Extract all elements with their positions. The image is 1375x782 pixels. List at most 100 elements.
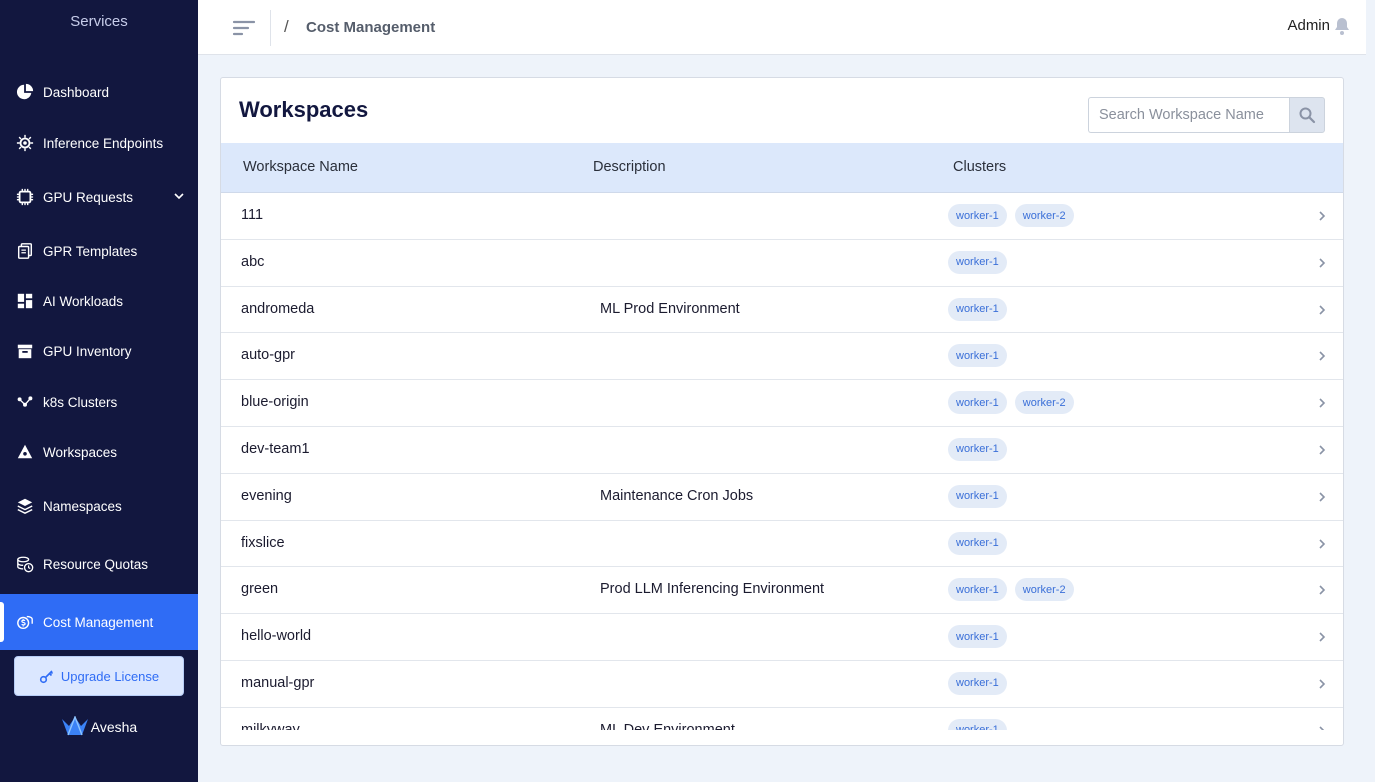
chevron-right-icon[interactable] (1315, 256, 1329, 270)
column-header-workspace-name[interactable]: Workspace Name (243, 159, 358, 175)
table-header: Workspace Name Description Clusters (221, 143, 1343, 193)
sidebar-item-label: k8s Clusters (43, 394, 118, 410)
sidebar-item-label: Inference Endpoints (43, 135, 164, 151)
column-header-description[interactable]: Description (593, 159, 666, 175)
chevron-right-icon[interactable] (1315, 303, 1329, 317)
cluster-chip: worker-1 (948, 578, 1007, 602)
chevron-right-icon[interactable] (1315, 490, 1329, 504)
sidebar-item-gpu-requests[interactable]: GPU Requests (0, 177, 198, 217)
chevron-right-icon[interactable] (1315, 677, 1329, 691)
workspace-name-cell: 111 (241, 207, 264, 223)
cluster-chip: worker-1 (948, 531, 1007, 555)
table-row[interactable]: andromeda ML Prod Environment worker-1 (221, 287, 1343, 334)
table-row[interactable]: green Prod LLM Inferencing Environment wor… (221, 567, 1343, 615)
sidebar-item-label: Namespaces (43, 498, 122, 514)
sidebar-item-label: GPR Templates (43, 243, 138, 259)
upgrade-license-button[interactable]: Upgrade License (14, 656, 184, 696)
chevron-right-icon[interactable] (1315, 443, 1329, 457)
table-row[interactable]: auto-gpr worker-1 (221, 333, 1343, 381)
sidebar-item-ai-workloads[interactable]: AI Workloads (0, 281, 198, 321)
topbar: / Cost Management Admin (198, 0, 1366, 55)
chevron-right-icon[interactable] (1315, 209, 1329, 223)
workspace-name-cell: evening (241, 487, 292, 504)
sidebar-title: Services (70, 13, 128, 30)
table-row[interactable]: evening Maintenance Cron Jobs worker-1 (221, 474, 1343, 521)
user-name[interactable]: Admin (1287, 17, 1330, 34)
divider (270, 10, 271, 46)
cluster-chip: worker-2 (1014, 578, 1074, 602)
sidebar-item-workspaces[interactable]: Workspaces (0, 432, 198, 472)
cluster-chip: worker-2 (1014, 204, 1074, 227)
chevron-right-icon[interactable] (1315, 630, 1329, 644)
sidebar-item-label: AI Workloads (43, 293, 124, 309)
clusters-cell: worker-1 (948, 484, 1015, 508)
sidebar-item-gpu-inventory[interactable]: GPU Inventory (0, 331, 198, 371)
layers-icon (15, 496, 35, 516)
chip-gear-icon (15, 133, 35, 153)
key-icon (39, 670, 53, 684)
chevron-right-icon[interactable] (1315, 396, 1329, 410)
search-button[interactable] (1289, 97, 1325, 133)
table-row[interactable]: hello-world worker-1 (221, 614, 1343, 661)
sidebar-item-label: Workspaces (43, 444, 118, 460)
table-row[interactable]: manual-gpr worker-1 (221, 661, 1343, 708)
description-cell: ML Prod Environment (600, 300, 740, 317)
clusters-cell: worker-1 (948, 531, 1015, 555)
table-row[interactable]: abc worker-1 (221, 240, 1343, 287)
sidebar-item-label: GPU Requests (43, 189, 134, 205)
sidebar-item-inference-endpoints[interactable]: Inference Endpoints (0, 123, 198, 163)
workspace-name-cell: manual-gpr (241, 674, 315, 691)
description-cell: Prod LLM Inferencing Environment (600, 581, 825, 598)
sidebar-item-resource-quotas[interactable]: Resource Quotas (0, 544, 198, 584)
avesha-logo: Avesha (0, 716, 198, 738)
description-cell: ML Dev Environment (600, 721, 735, 730)
bell-icon[interactable] (1332, 16, 1352, 36)
cluster-chip: worker-1 (948, 625, 1007, 649)
grid-icon (15, 291, 35, 311)
description-cell: Maintenance Cron Jobs (600, 487, 754, 504)
sidebar-item-k8s-clusters[interactable]: k8s Clusters (0, 382, 198, 422)
search-bar (1088, 97, 1325, 133)
menu-icon[interactable] (232, 18, 256, 38)
archive-icon (15, 341, 35, 361)
table-body: 111 worker-1 worker-2 abc worker-1 andromeda M… (221, 193, 1343, 730)
workspace-name-cell: dev-team1 (241, 440, 310, 457)
table-row[interactable]: milkyway ML Dev Environment worker-1 (221, 708, 1343, 730)
sidebar-item-namespaces[interactable]: Namespaces (0, 486, 198, 526)
chevron-right-icon[interactable] (1315, 583, 1329, 597)
table-row[interactable]: 111 worker-1 worker-2 (221, 193, 1343, 240)
clusters-cell: worker-1 (948, 297, 1015, 321)
brand-name: Avesha (90, 719, 138, 735)
table-row[interactable]: blue-origin worker-1 worker-2 (221, 380, 1343, 427)
clusters-cell: worker-1 (948, 344, 1015, 368)
cluster-chip: worker-1 (948, 204, 1007, 227)
coins-clock-icon (15, 554, 35, 574)
cluster-chip: worker-1 (948, 344, 1007, 368)
workspace-name-cell: fixslice (241, 534, 285, 551)
clusters-cell: worker-1 (948, 250, 1015, 274)
workspace-name-cell: abc (241, 253, 265, 270)
chevron-right-icon[interactable] (1315, 349, 1329, 363)
sidebar-item-dashboard[interactable]: Dashboard (0, 72, 198, 112)
column-header-clusters[interactable]: Clusters (953, 159, 1006, 175)
chevron-right-icon[interactable] (1315, 537, 1329, 551)
sidebar-item-gpr-templates[interactable]: GPR Templates (0, 231, 198, 271)
sidebar-item-cost-management[interactable]: Cost Management (0, 594, 198, 650)
chevron-right-icon[interactable] (1315, 724, 1329, 730)
chevron-down-icon[interactable] (172, 189, 186, 203)
cluster-chip: worker-1 (948, 484, 1007, 508)
search-input[interactable] (1088, 97, 1289, 133)
cluster-chip: worker-2 (1014, 391, 1074, 415)
workspace-name-cell: auto-gpr (241, 347, 296, 364)
clusters-cell: worker-1 (948, 625, 1015, 649)
cost-icon (15, 612, 35, 632)
workspace-icon (15, 442, 35, 462)
workspace-name-cell: hello-world (241, 628, 312, 645)
page-title: Workspaces (239, 97, 369, 122)
sidebar-item-label: Resource Quotas (43, 556, 149, 572)
workspaces-card: Workspaces Workspace Name Description Cl… (220, 77, 1344, 746)
cluster-chip: worker-1 (948, 250, 1007, 274)
workspace-name-cell: milkyway (241, 721, 300, 730)
table-row[interactable]: dev-team1 worker-1 (221, 427, 1343, 474)
table-row[interactable]: fixslice worker-1 (221, 521, 1343, 568)
